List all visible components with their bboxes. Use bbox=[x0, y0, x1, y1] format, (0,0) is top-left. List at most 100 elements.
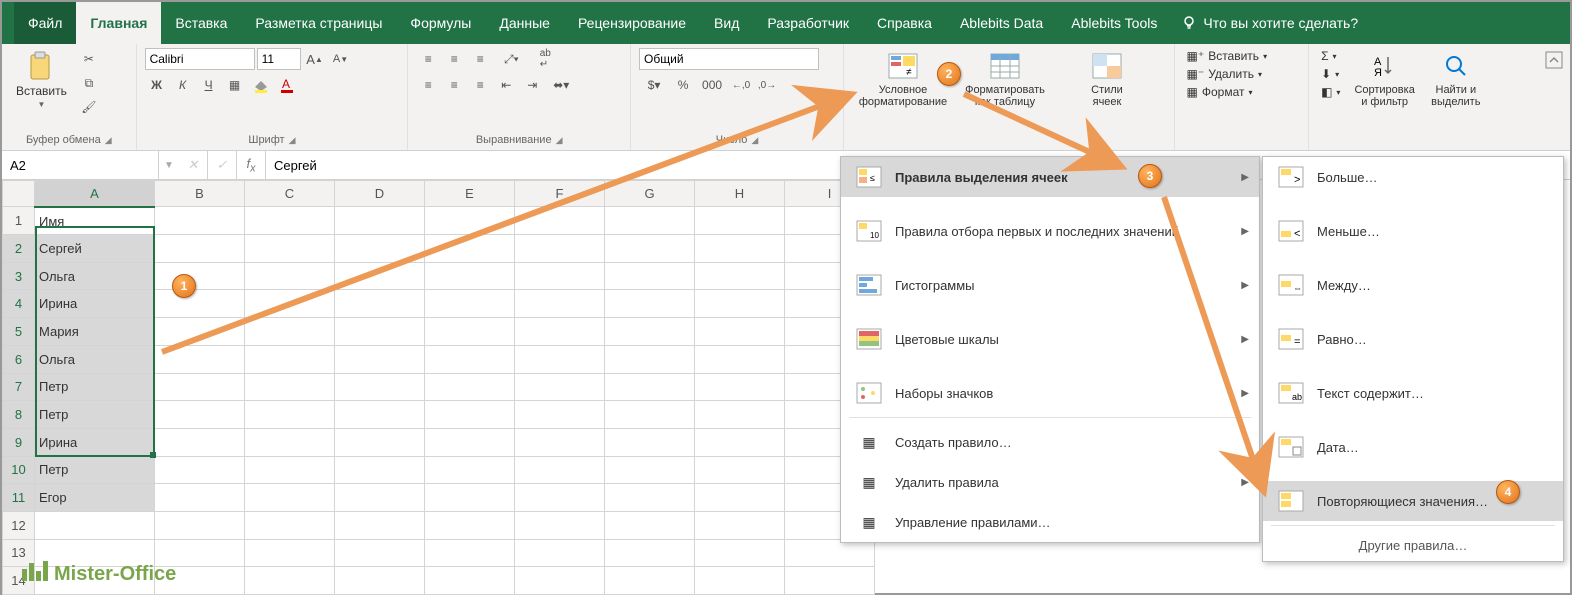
cell[interactable] bbox=[515, 567, 605, 595]
submenu-equal-to[interactable]: = Равно… bbox=[1263, 319, 1563, 359]
cell[interactable] bbox=[335, 511, 425, 539]
menu-icon-sets[interactable]: Наборы значков ▶ bbox=[841, 373, 1259, 413]
cell[interactable] bbox=[155, 235, 245, 263]
column-header[interactable]: B bbox=[155, 181, 245, 207]
cell[interactable] bbox=[425, 428, 515, 456]
cell[interactable] bbox=[605, 511, 695, 539]
accounting-format-button[interactable]: $▾ bbox=[639, 74, 669, 96]
number-format-combo[interactable] bbox=[639, 48, 819, 70]
cell[interactable] bbox=[785, 567, 875, 595]
italic-button[interactable]: К bbox=[171, 74, 195, 96]
cell[interactable] bbox=[695, 345, 785, 373]
dialog-launcher-icon[interactable]: ◢ bbox=[556, 135, 563, 146]
cell[interactable] bbox=[515, 290, 605, 318]
cell[interactable] bbox=[515, 345, 605, 373]
column-header[interactable]: A bbox=[35, 181, 155, 207]
cell[interactable] bbox=[695, 401, 785, 429]
cell[interactable] bbox=[245, 290, 335, 318]
submenu-greater-than[interactable]: > Больше… bbox=[1263, 157, 1563, 197]
cell[interactable] bbox=[245, 373, 335, 401]
menu-highlight-cells-rules[interactable]: ≤ Правила выделения ячеек ▶ bbox=[841, 157, 1259, 197]
cell[interactable] bbox=[605, 207, 695, 235]
align-bottom-button[interactable]: ≡ bbox=[468, 48, 492, 70]
cell[interactable] bbox=[335, 207, 425, 235]
cell[interactable] bbox=[155, 373, 245, 401]
cell[interactable] bbox=[245, 567, 335, 595]
cell[interactable] bbox=[695, 456, 785, 484]
cell[interactable] bbox=[335, 262, 425, 290]
fill-color-button[interactable] bbox=[249, 74, 273, 96]
fx-button[interactable]: fx bbox=[237, 151, 266, 179]
cell[interactable] bbox=[515, 318, 605, 346]
cell[interactable] bbox=[695, 567, 785, 595]
orientation-button[interactable]: ⤢▾ bbox=[494, 48, 528, 70]
align-center-button[interactable]: ≡ bbox=[442, 74, 466, 96]
cell[interactable] bbox=[35, 511, 155, 539]
cell[interactable] bbox=[335, 373, 425, 401]
dialog-launcher-icon[interactable]: ◢ bbox=[289, 135, 296, 146]
tab-data[interactable]: Данные bbox=[485, 2, 564, 44]
increase-decimal-button[interactable]: ←,0 bbox=[729, 74, 753, 96]
cell[interactable] bbox=[695, 262, 785, 290]
cell[interactable] bbox=[605, 401, 695, 429]
cell[interactable]: Ирина bbox=[35, 290, 155, 318]
cell[interactable] bbox=[605, 484, 695, 512]
increase-indent-button[interactable]: ⇥ bbox=[520, 74, 544, 96]
insert-cells-button[interactable]: ▦⁺Вставить▾ bbox=[1183, 48, 1272, 64]
column-header[interactable]: G bbox=[605, 181, 695, 207]
cell[interactable] bbox=[245, 401, 335, 429]
cell[interactable] bbox=[515, 511, 605, 539]
cell[interactable]: Имя bbox=[35, 207, 155, 235]
cell[interactable] bbox=[245, 484, 335, 512]
delete-cells-button[interactable]: ▦⁻Удалить▾ bbox=[1183, 66, 1267, 82]
cell[interactable] bbox=[785, 539, 875, 567]
cell[interactable] bbox=[335, 318, 425, 346]
submenu-text-contains[interactable]: ab Текст содержит… bbox=[1263, 373, 1563, 413]
cancel-formula-button[interactable]: ✕ bbox=[179, 151, 208, 179]
cell[interactable]: Петр bbox=[35, 456, 155, 484]
tab-home[interactable]: Главная bbox=[76, 2, 161, 44]
border-button[interactable]: ▦ bbox=[223, 74, 247, 96]
tab-insert[interactable]: Вставка bbox=[161, 2, 241, 44]
tell-me-label[interactable]: Что вы хотите сделать? bbox=[1203, 15, 1358, 31]
decrease-decimal-button[interactable]: ,0→ bbox=[755, 74, 779, 96]
tab-formulas[interactable]: Формулы bbox=[396, 2, 485, 44]
cell[interactable] bbox=[245, 207, 335, 235]
cell[interactable] bbox=[695, 290, 785, 318]
increase-font-button[interactable]: A▲ bbox=[303, 48, 327, 70]
cell[interactable] bbox=[425, 207, 515, 235]
cell[interactable] bbox=[425, 456, 515, 484]
cell[interactable] bbox=[515, 484, 605, 512]
cell[interactable] bbox=[155, 484, 245, 512]
cell[interactable] bbox=[155, 456, 245, 484]
sort-filter-button[interactable]: AЯ Сортировка и фильтр bbox=[1348, 48, 1420, 110]
cell[interactable]: Ольга bbox=[35, 262, 155, 290]
cell[interactable] bbox=[515, 235, 605, 263]
column-header[interactable]: D bbox=[335, 181, 425, 207]
submenu-less-than[interactable]: < Меньше… bbox=[1263, 211, 1563, 251]
comma-style-button[interactable]: 000 bbox=[697, 74, 727, 96]
cell[interactable] bbox=[605, 290, 695, 318]
cell[interactable]: Егор bbox=[35, 484, 155, 512]
cell[interactable] bbox=[695, 235, 785, 263]
menu-clear-rules[interactable]: ▦ Удалить правила ▶ bbox=[841, 462, 1259, 502]
column-header[interactable]: H bbox=[695, 181, 785, 207]
row-header[interactable]: 1 bbox=[3, 207, 35, 235]
font-size-combo[interactable] bbox=[257, 48, 301, 70]
cell[interactable] bbox=[695, 373, 785, 401]
cell[interactable] bbox=[515, 456, 605, 484]
cell[interactable] bbox=[335, 428, 425, 456]
format-cells-button[interactable]: ▦Формат▾ bbox=[1183, 84, 1257, 100]
menu-top-bottom-rules[interactable]: 10 Правила отбора первых и последних зна… bbox=[841, 211, 1259, 251]
decrease-indent-button[interactable]: ⇤ bbox=[494, 74, 518, 96]
cell[interactable] bbox=[605, 539, 695, 567]
cell[interactable] bbox=[155, 345, 245, 373]
row-header[interactable]: 12 bbox=[3, 511, 35, 539]
cell[interactable] bbox=[335, 539, 425, 567]
cell[interactable] bbox=[335, 567, 425, 595]
column-header[interactable]: F bbox=[515, 181, 605, 207]
cell[interactable] bbox=[245, 262, 335, 290]
cell[interactable] bbox=[425, 567, 515, 595]
align-middle-button[interactable]: ≡ bbox=[442, 48, 466, 70]
dialog-launcher-icon[interactable]: ◢ bbox=[751, 135, 758, 146]
